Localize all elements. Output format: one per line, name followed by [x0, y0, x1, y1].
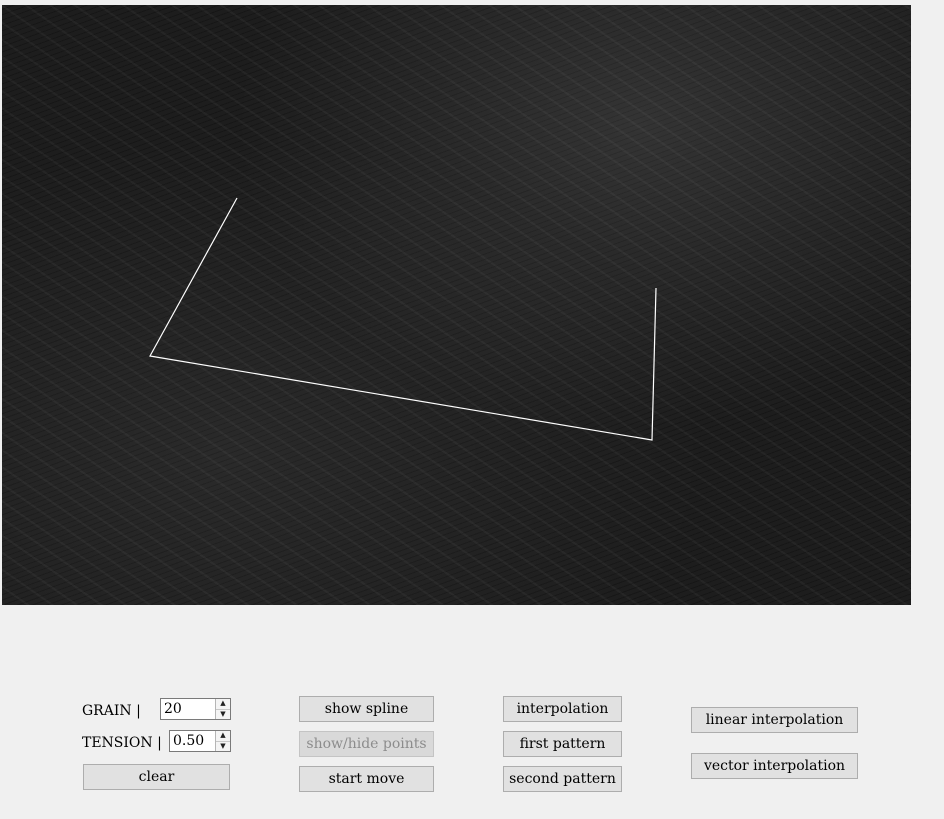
vector-interpolation-button[interactable]: vector interpolation: [691, 753, 858, 779]
spin-up-icon[interactable]: ▲: [216, 699, 230, 709]
control-polyline-path: [149, 197, 657, 441]
first-pattern-button[interactable]: first pattern: [503, 731, 622, 757]
show-hide-points-button[interactable]: show/hide points: [299, 731, 434, 757]
show-spline-button[interactable]: show spline: [299, 696, 434, 722]
spin-up-icon[interactable]: ▲: [216, 731, 230, 741]
linear-interpolation-button[interactable]: linear interpolation: [691, 707, 858, 733]
tension-value[interactable]: 0.50: [170, 731, 215, 751]
grain-label: GRAIN |: [82, 703, 141, 719]
tension-spinbox[interactable]: 0.50 ▲ ▼: [169, 730, 231, 752]
drawing-canvas[interactable]: [2, 5, 911, 605]
control-polyline: [149, 197, 657, 441]
second-pattern-button[interactable]: second pattern: [503, 766, 622, 792]
clear-button[interactable]: clear: [83, 764, 230, 790]
grain-value[interactable]: 20: [161, 699, 215, 719]
spin-down-icon[interactable]: ▼: [216, 740, 230, 751]
interpolation-button[interactable]: interpolation: [503, 696, 622, 722]
tension-label: TENSION |: [82, 735, 162, 751]
spin-down-icon[interactable]: ▼: [216, 708, 230, 719]
grain-spinbox[interactable]: 20 ▲ ▼: [160, 698, 231, 720]
start-move-button[interactable]: start move: [299, 766, 434, 792]
